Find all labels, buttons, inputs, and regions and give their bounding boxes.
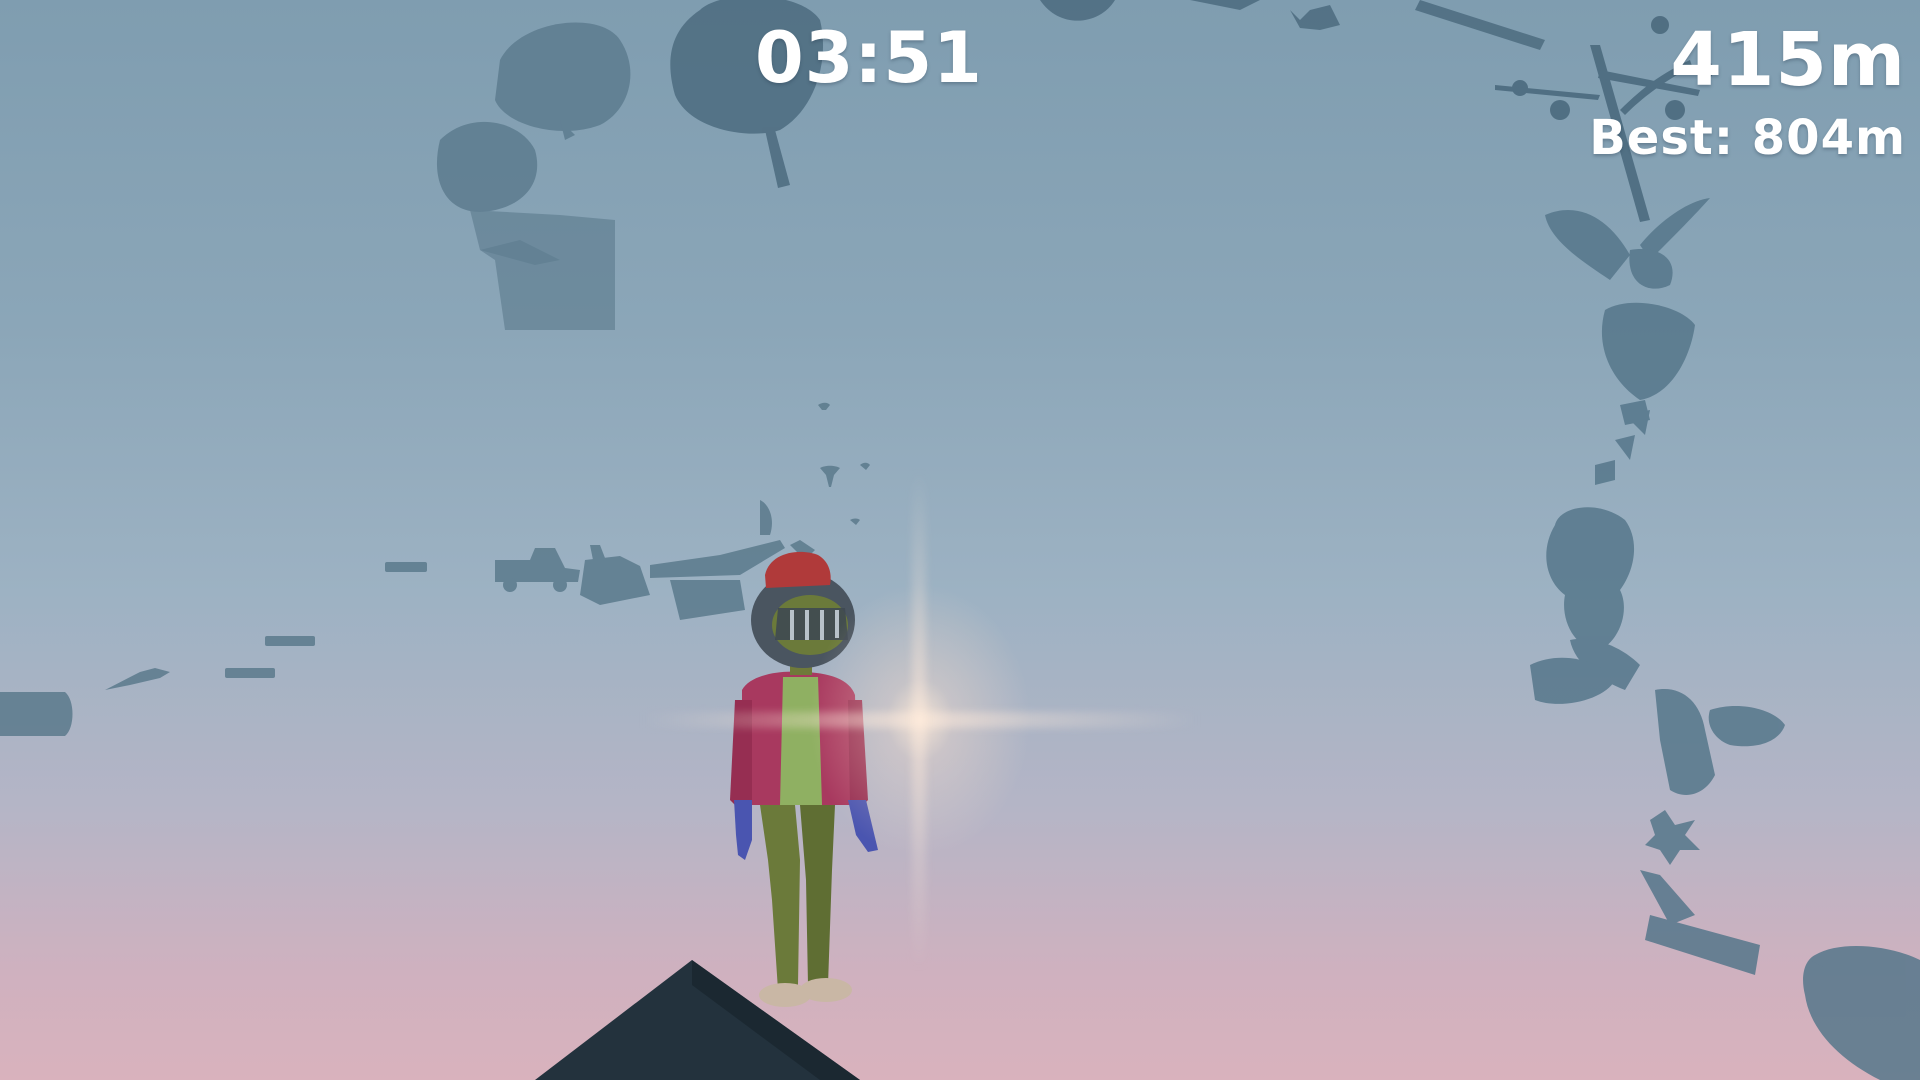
timer-display: 03:51 [755, 17, 983, 99]
distant-objects-horizon [0, 402, 870, 736]
floating-boulders-topleft [436, 22, 631, 330]
current-height-display: 415m [1670, 17, 1906, 103]
player-character [730, 551, 878, 1007]
best-height-display: Best: 804m [1589, 110, 1906, 166]
game-viewport[interactable]: 03:51 415m Best: 804m [0, 0, 1920, 1080]
floating-objects-top [1040, 0, 1545, 50]
floating-debris-right [1530, 198, 1920, 1080]
